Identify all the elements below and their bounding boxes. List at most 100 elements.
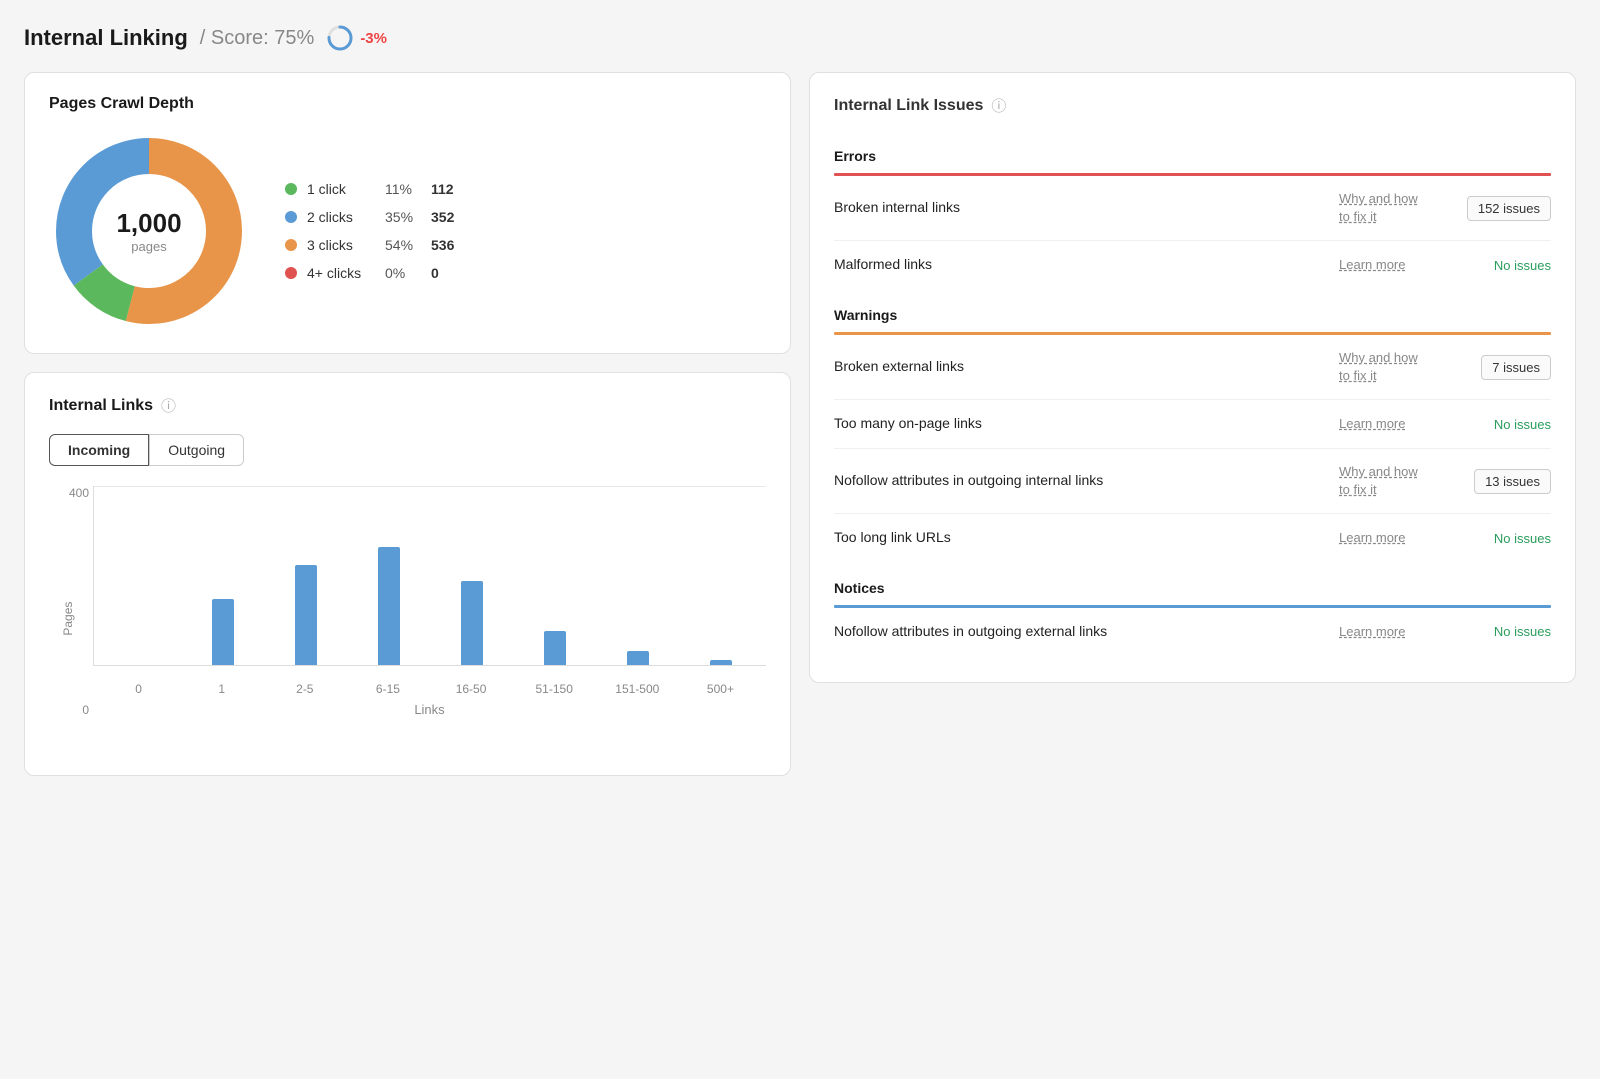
issue-badge-malformed: No issues [1461,257,1551,274]
no-issues-too-many: No issues [1494,417,1551,432]
legend-item-1click: 1 click 11% 112 [285,181,454,197]
errors-section: Errors Broken internal links Why and how… [834,134,1551,289]
donut-section: 1,000 pages 1 click 11% 112 2 clicks [49,131,766,331]
issue-name-nofollow-internal: Nofollow attributes in outgoing internal… [834,471,1327,491]
bar-group-151-500 [596,651,679,665]
donut-label: pages [116,239,181,254]
x-label-6-15: 6-15 [346,682,429,696]
issue-badge-nofollow-internal: 13 issues [1461,469,1551,494]
crawl-depth-card: Pages Crawl Depth [24,72,791,354]
issue-row-malformed: Malformed links Learn more No issues [834,241,1551,289]
x-label-2-5: 2-5 [263,682,346,696]
issue-badge-too-many: No issues [1461,416,1551,433]
x-label-1: 1 [180,682,263,696]
main-layout: Pages Crawl Depth [24,72,1576,776]
bar-group-6-15 [347,547,430,665]
score-circle-wrapper: -3% [326,24,387,52]
issue-link-malformed[interactable]: Learn more [1339,256,1449,274]
legend-dot-4clicks [285,267,297,279]
issue-name-too-many: Too many on-page links [834,414,1327,434]
errors-label-row: Errors [834,134,1551,173]
bar-6-15 [378,547,400,665]
legend-item-2clicks: 2 clicks 35% 352 [285,209,454,225]
issue-link-nofollow-internal[interactable]: Why and howto fix it [1339,463,1449,499]
issue-link-too-many[interactable]: Learn more [1339,415,1449,433]
x-label-151-500: 151-500 [596,682,679,696]
issue-row-broken-internal: Broken internal links Why and howto fix … [834,176,1551,241]
crawl-depth-title: Pages Crawl Depth [49,95,766,113]
bar-500plus [710,660,732,665]
donut-chart: 1,000 pages [49,131,249,331]
page-header: Internal Linking / Score: 75% -3% [24,24,1576,52]
notices-label-row: Notices [834,566,1551,605]
legend-label-2clicks: 2 clicks [307,209,375,225]
bar-group-16-50 [430,581,513,665]
issue-name-nofollow-external: Nofollow attributes in outgoing external… [834,622,1327,642]
notices-header: Notices [834,580,885,604]
bar-151-500 [627,651,649,665]
legend-count-1click: 112 [431,181,454,197]
errors-header: Errors [834,148,876,172]
no-issues-malformed: No issues [1494,258,1551,273]
tab-incoming[interactable]: Incoming [49,434,149,466]
legend-label-1click: 1 click [307,181,375,197]
issue-row-nofollow-internal: Nofollow attributes in outgoing internal… [834,449,1551,514]
issue-badge-nofollow-external: No issues [1461,623,1551,640]
issue-row-too-many: Too many on-page links Learn more No iss… [834,400,1551,449]
warnings-label-row: Warnings [834,293,1551,332]
y-label-400: 400 [69,486,89,500]
legend-label-4clicks: 4+ clicks [307,265,375,281]
x-axis-labels: 0 1 2-5 6-15 16-50 51-150 151-500 500+ [93,682,766,696]
legend-dot-3clicks [285,239,297,251]
bar-16-50 [461,581,483,665]
x-axis-title: Links [93,702,766,717]
x-label-0: 0 [97,682,180,696]
issue-name-long-urls: Too long link URLs [834,528,1327,548]
tab-outgoing[interactable]: Outgoing [149,434,244,466]
issue-link-long-urls[interactable]: Learn more [1339,529,1449,547]
internal-links-title-row: Internal Links ⓘ [49,395,766,416]
legend-dot-1click [285,183,297,195]
legend-pct-3clicks: 54% [385,237,421,253]
issues-title: Internal Link Issues [834,97,983,115]
x-label-51-150: 51-150 [513,682,596,696]
issue-link-broken-internal[interactable]: Why and howto fix it [1339,190,1449,226]
bar-chart-container: Pages 400 0 [49,486,766,753]
info-icon: ⓘ [161,395,176,416]
issue-name-broken-internal: Broken internal links [834,198,1327,218]
bar-2-5 [295,565,317,665]
badge-box-broken-external[interactable]: 7 issues [1481,355,1551,380]
legend-pct-4clicks: 0% [385,265,421,281]
bar-51-150 [544,631,566,665]
bar-group-1 [181,599,264,665]
chart-area: 0 1 2-5 6-15 16-50 51-150 151-500 500+ [93,486,766,666]
score-ring-icon [326,24,354,52]
issues-card: Internal Link Issues ⓘ Errors Broken int… [809,72,1576,683]
legend-dot-2clicks [285,211,297,223]
issue-row-nofollow-external: Nofollow attributes in outgoing external… [834,608,1551,656]
issue-badge-broken-internal: 152 issues [1461,196,1551,221]
donut-legend: 1 click 11% 112 2 clicks 35% 352 3 click… [285,181,454,281]
tab-row: Incoming Outgoing [49,434,766,466]
bars-wrapper [93,486,766,666]
internal-links-card: Internal Links ⓘ Incoming Outgoing Pages… [24,372,791,776]
page-title: Internal Linking [24,25,188,51]
x-label-500plus: 500+ [679,682,762,696]
badge-box-broken-internal[interactable]: 152 issues [1467,196,1551,221]
score-label: / Score: 75% [200,27,315,50]
legend-count-3clicks: 536 [431,237,454,253]
issue-link-nofollow-external[interactable]: Learn more [1339,623,1449,641]
no-issues-long-urls: No issues [1494,531,1551,546]
legend-label-3clicks: 3 clicks [307,237,375,253]
issue-name-broken-external: Broken external links [834,357,1327,377]
issues-title-row: Internal Link Issues ⓘ [834,95,1551,116]
badge-box-nofollow-internal[interactable]: 13 issues [1474,469,1551,494]
issue-row-long-urls: Too long link URLs Learn more No issues [834,514,1551,562]
legend-pct-2clicks: 35% [385,209,421,225]
left-column: Pages Crawl Depth [24,72,791,776]
warnings-header: Warnings [834,307,897,331]
issue-link-broken-external[interactable]: Why and howto fix it [1339,349,1449,385]
bar-group-51-150 [513,631,596,665]
issue-badge-broken-external: 7 issues [1461,355,1551,380]
x-label-16-50: 16-50 [430,682,513,696]
